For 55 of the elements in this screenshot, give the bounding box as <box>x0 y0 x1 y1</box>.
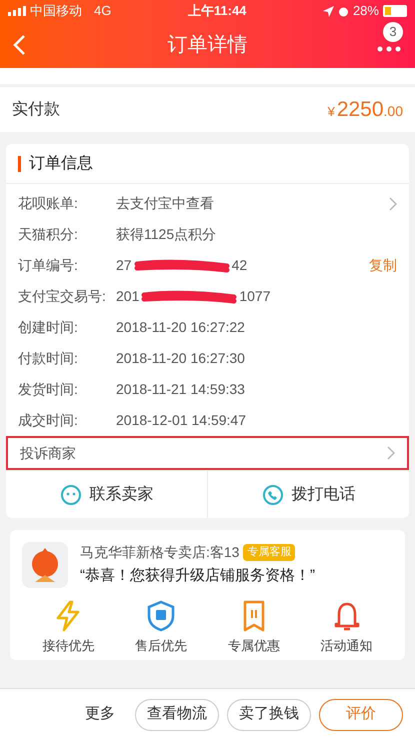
signal-icon <box>8 6 26 16</box>
info-label: 成交时间: <box>18 411 79 430</box>
contact-button[interactable]: 拨打电话 <box>207 471 409 518</box>
page-title: 订单详情 <box>168 33 248 58</box>
alarm-icon <box>338 6 349 16</box>
info-value[interactable]: 去支付宝中查看 <box>116 193 214 214</box>
ticket-icon <box>242 600 266 632</box>
perk-label: 接待优先 <box>42 637 94 655</box>
service-tag: 专属客服 <box>243 544 296 561</box>
paid-label: 实付款 <box>12 100 60 120</box>
chevron-right-icon <box>387 446 395 460</box>
store-name: 马克华菲新格专卖店:客13 <box>80 543 240 562</box>
info-label: 天猫积分: <box>18 225 79 244</box>
info-value: 201 <box>116 287 140 306</box>
info-value: 2018-11-20 16:27:22 <box>116 318 245 337</box>
chevron-right-icon[interactable] <box>389 196 397 210</box>
shield-icon <box>147 600 176 632</box>
info-value: 2018-11-20 16:27:30 <box>116 349 245 368</box>
status-time: 上午11:44 <box>188 2 246 20</box>
info-label: 创建时间: <box>18 318 79 337</box>
info-value: 1077 <box>239 287 271 306</box>
message-count-badge: 3 <box>383 22 403 42</box>
store-message: “恭喜！您获得升级店铺服务资格！” <box>80 566 315 586</box>
perk-label: 专属优惠 <box>228 637 280 655</box>
info-value: 27 <box>116 256 132 275</box>
info-value: 获得1125点积分 <box>116 225 216 244</box>
lightning-icon <box>54 600 82 632</box>
battery-percent: 28% <box>352 2 379 20</box>
battery-icon <box>382 5 407 17</box>
network-type: 4G <box>94 2 112 20</box>
perk-label: 活动通知 <box>320 637 373 655</box>
info-value: 42 <box>232 256 248 275</box>
action-button[interactable]: 查看物流 <box>135 698 219 730</box>
paid-amount: ¥2250.00 <box>328 96 403 123</box>
info-label: 发货时间: <box>18 380 79 399</box>
contact-button[interactable]: 联系卖家 <box>6 471 207 518</box>
info-label: 支付宝交易号: <box>18 287 107 306</box>
carrier-name: 中国移动 <box>30 2 82 20</box>
perk-label: 售后优先 <box>135 637 188 655</box>
info-value: 2018-12-01 14:59:47 <box>116 411 246 430</box>
more-button[interactable]: 更多 <box>73 703 127 726</box>
location-arrow-icon <box>322 6 334 16</box>
chat-face-icon <box>60 484 82 506</box>
bell-icon <box>332 600 361 632</box>
phone-icon <box>262 484 284 506</box>
section-title: 订单信息 <box>29 154 93 174</box>
info-label: 订单编号: <box>18 256 79 275</box>
info-label: 付款时间: <box>18 349 79 368</box>
complaint-row[interactable]: 投诉商家 <box>6 436 409 470</box>
action-button[interactable]: 卖了换钱 <box>227 698 311 730</box>
mascot-avatar-icon <box>22 542 68 588</box>
more-icon[interactable] <box>377 46 401 52</box>
back-icon[interactable] <box>12 34 26 56</box>
info-label: 花呗账单: <box>18 194 79 213</box>
info-value: 2018-11-21 14:59:33 <box>116 380 245 399</box>
